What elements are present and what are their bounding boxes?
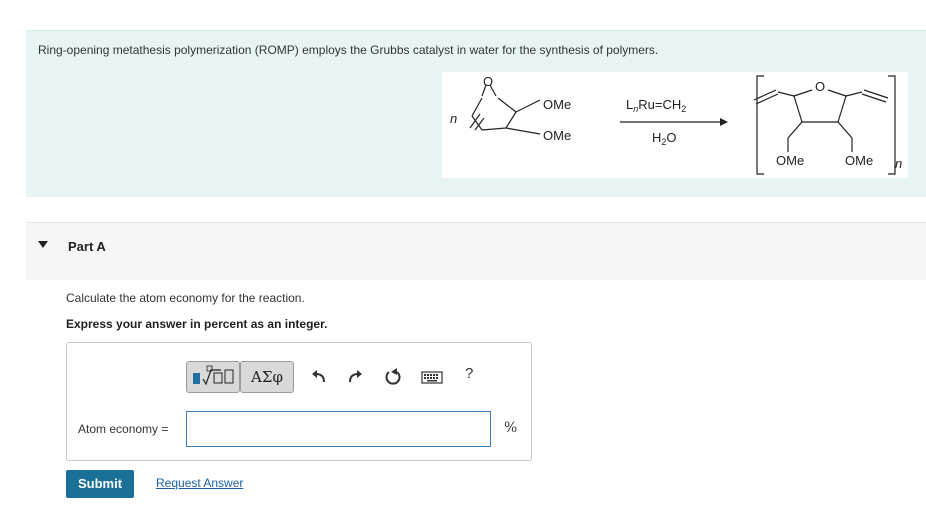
bond-left-upper: [471, 97, 483, 117]
product-ring-left: [793, 95, 803, 123]
templates-button[interactable]: [186, 361, 240, 393]
product-bond-o-right: [827, 89, 847, 97]
bond-ome-top: [515, 99, 541, 113]
reaction-arrowhead: [720, 118, 728, 126]
reactant-ome-bottom: OMe: [543, 128, 571, 143]
intro-text: Ring-opening metathesis polymerization (…: [38, 43, 659, 57]
reset-icon[interactable]: [383, 367, 403, 387]
atom-economy-input[interactable]: [186, 411, 491, 447]
part-a-header[interactable]: Part A: [26, 222, 926, 280]
redo-icon[interactable]: [345, 367, 365, 387]
percent-unit: %: [504, 420, 518, 436]
atom-economy-label: Atom economy =: [78, 422, 169, 436]
product-ch2-right: [837, 121, 853, 139]
product-n-label: n: [895, 156, 902, 171]
product-vinyl-right-2: [863, 89, 889, 99]
product-ch2-left: [787, 121, 803, 139]
product-vinyl-right-1: [861, 93, 887, 103]
product-o-label: O: [815, 79, 825, 94]
help-button[interactable]: ?: [465, 365, 473, 382]
bracket-right: [888, 75, 896, 175]
product-bond-2: [845, 91, 863, 97]
bond-bottom: [481, 127, 507, 131]
templates-icon: [193, 365, 234, 386]
undo-icon[interactable]: [309, 367, 329, 387]
keyboard-icon[interactable]: [421, 367, 443, 387]
reaction-scheme: n O OMe OMe LnRu=CH2 H2O O OMe OMe n: [442, 72, 908, 178]
reactant-n-label: n: [450, 111, 457, 126]
product-bond-o-left: [793, 89, 813, 97]
product-bond-1: [777, 91, 795, 97]
solvent-label: H2O: [652, 130, 677, 147]
part-a-title: Part A: [68, 239, 106, 254]
question-instruction: Calculate the atom economy for the react…: [66, 291, 305, 305]
product-ome-left: OMe: [776, 153, 804, 168]
bracket-left: [756, 75, 764, 175]
product-vinyl-left-2: [755, 93, 779, 105]
bond-right-lower: [505, 111, 517, 129]
catalyst-label: LnRu=CH2: [626, 97, 686, 114]
product-ring-right: [837, 95, 847, 123]
request-answer-link[interactable]: Request Answer: [156, 476, 243, 490]
answer-box: ΑΣφ ? Atom economy = %: [66, 342, 532, 461]
greek-symbols-button[interactable]: ΑΣφ: [240, 361, 294, 393]
reactant-o-label: O: [483, 74, 493, 89]
bond-right-upper: [497, 97, 517, 113]
reactant-ome-top: OMe: [543, 97, 571, 112]
product-ome-right: OMe: [845, 153, 873, 168]
submit-button[interactable]: Submit: [66, 470, 134, 498]
collapse-caret-icon[interactable]: [38, 241, 48, 248]
reaction-scheme-drawing: n O OMe OMe LnRu=CH2 H2O O OMe OMe n: [450, 74, 902, 175]
answer-format-instruction: Express your answer in percent as an int…: [66, 317, 328, 331]
bond-ome-bottom: [505, 127, 541, 135]
